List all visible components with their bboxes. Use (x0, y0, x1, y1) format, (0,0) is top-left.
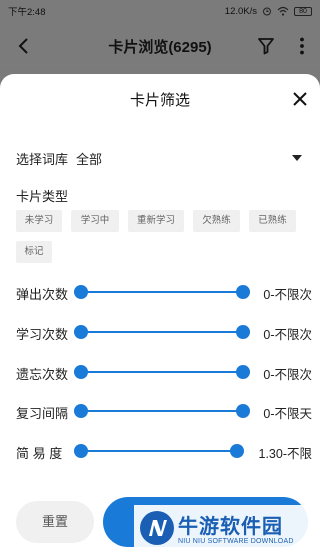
slider-value: 0-不限次 (263, 328, 312, 342)
status-right: 12.0K/s 80 (225, 6, 312, 17)
watermark: 牛游软件园 NIU NIU SOFTWARE DOWNLOAD (134, 505, 320, 555)
chip-familiar[interactable]: 已熟练 (249, 210, 296, 232)
chip-unlearned[interactable]: 未学习 (16, 210, 62, 232)
slider-thumb-max[interactable] (236, 325, 250, 339)
slider-track[interactable] (81, 410, 243, 412)
slider-track[interactable] (81, 450, 237, 452)
slider-forget-count: 遗忘次数 0-不限次 (16, 360, 312, 384)
dropdown-caret-icon (292, 155, 302, 161)
filter-icon[interactable] (256, 36, 276, 56)
battery-indicator: 80 (294, 6, 312, 16)
slider-value: 0-不限次 (263, 288, 312, 302)
slider-label: 学习次数 (16, 327, 69, 342)
slider-ease: 简 易 度 1.30-不限 (16, 439, 312, 463)
slider-value: 0-不限次 (263, 368, 312, 382)
slider-track[interactable] (81, 371, 243, 373)
slider-label: 简 易 度 (16, 446, 63, 461)
library-select[interactable]: 选择词库 全部 (16, 148, 306, 168)
reset-button[interactable]: 重置 (16, 501, 94, 543)
library-value: 全部 (76, 151, 103, 167)
slider-thumb-min[interactable] (74, 325, 88, 339)
sheet-header: 卡片筛选 (0, 74, 320, 124)
back-arrow-icon[interactable] (14, 36, 34, 56)
status-time: 下午2:48 (8, 7, 46, 18)
slider-label: 弹出次数 (16, 287, 69, 302)
slider-thumb-min[interactable] (74, 285, 88, 299)
slider-review-interval: 复习间隔 0-不限天 (16, 399, 312, 423)
slider-thumb-max[interactable] (230, 444, 244, 458)
more-vert-icon[interactable] (292, 36, 312, 56)
network-speed: 12.0K/s (224, 5, 257, 17)
status-bar: 下午2:48 12.0K/s 80 (0, 0, 320, 22)
app-bar: 卡片浏览(6295) (0, 22, 320, 70)
watermark-subtext: NIU NIU SOFTWARE DOWNLOAD (178, 538, 294, 545)
slider-value: 1.30-不限 (258, 447, 313, 461)
filter-sheet: 卡片筛选 选择词库 全部 卡片类型 未学习 学习中 重新学习 欠熟练 已熟练 标… (0, 74, 320, 555)
wifi-icon (277, 6, 289, 16)
slider-track[interactable] (81, 291, 243, 293)
slider-thumb-min[interactable] (74, 444, 88, 458)
chip-unfamiliar[interactable]: 欠熟练 (193, 210, 240, 232)
chip-learning[interactable]: 学习中 (71, 210, 119, 232)
library-label: 选择词库 (16, 151, 69, 167)
sheet-title: 卡片筛选 (129, 91, 190, 109)
close-icon[interactable] (290, 89, 310, 109)
alarm-icon (263, 7, 271, 16)
slider-thumb-min[interactable] (74, 365, 88, 379)
slider-value: 0-不限天 (263, 407, 312, 421)
card-type-label: 卡片类型 (16, 189, 69, 204)
slider-thumb-max[interactable] (236, 404, 250, 418)
slider-label: 遗忘次数 (16, 367, 69, 382)
slider-study-count: 学习次数 0-不限次 (16, 320, 312, 344)
chip-marked[interactable]: 标记 (16, 241, 52, 263)
watermark-logo-icon (140, 511, 174, 545)
slider-popup-count: 弹出次数 0-不限次 (16, 280, 312, 304)
slider-label: 复习间隔 (16, 406, 69, 421)
watermark-text: 牛游软件园 (178, 516, 283, 538)
chip-relearning[interactable]: 重新学习 (128, 210, 184, 232)
slider-thumb-max[interactable] (236, 285, 250, 299)
slider-thumb-max[interactable] (236, 365, 250, 379)
slider-thumb-min[interactable] (74, 404, 88, 418)
slider-track[interactable] (81, 331, 243, 333)
